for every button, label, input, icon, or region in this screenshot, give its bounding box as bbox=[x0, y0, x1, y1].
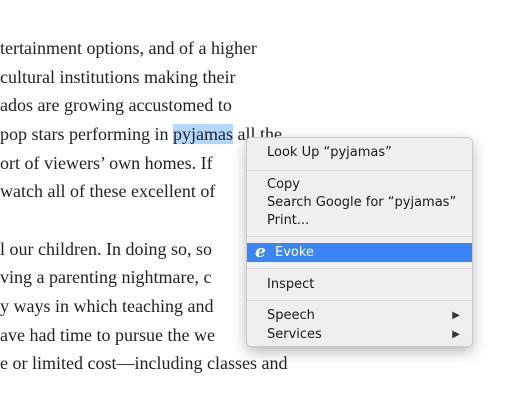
evoke-icon: e bbox=[255, 242, 266, 262]
menu-item-copy[interactable]: Copy bbox=[247, 175, 472, 194]
menu-separator bbox=[247, 170, 472, 171]
menu-item-print[interactable]: Print... bbox=[247, 211, 472, 230]
submenu-arrow-icon: ▶ bbox=[452, 329, 460, 340]
text-segment: pop stars performing in bbox=[0, 124, 173, 144]
text-line: ort of viewers’ own homes. If bbox=[0, 153, 213, 173]
menu-separator bbox=[247, 300, 472, 301]
menu-item-evoke[interactable]: e Evoke bbox=[247, 243, 472, 262]
menu-item-services[interactable]: Services ▶ bbox=[247, 325, 472, 344]
text-line: y ways in which teaching and bbox=[0, 296, 214, 316]
menu-item-look-up[interactable]: Look Up “pyjamas” bbox=[247, 143, 472, 162]
text-line: ados are growing accustomed to bbox=[0, 95, 232, 115]
menu-item-inspect[interactable]: Inspect bbox=[247, 275, 472, 294]
text-line: ving a parenting nightmare, c bbox=[0, 267, 212, 287]
menu-separator bbox=[247, 236, 472, 237]
menu-separator bbox=[247, 268, 472, 269]
text-line: watch all of these excellent of bbox=[0, 181, 216, 201]
menu-item-services-label: Services bbox=[267, 327, 322, 342]
text-line: tertainment options, and of a higher bbox=[0, 38, 257, 58]
text-line-with-selection[interactable]: pop stars performing in pyjamas all the bbox=[0, 123, 282, 145]
menu-item-search-google[interactable]: Search Google for “pyjamas” bbox=[247, 193, 472, 212]
text-line: l our children. In doing so, so bbox=[0, 239, 212, 259]
menu-item-evoke-label: Evoke bbox=[275, 245, 314, 260]
selected-word[interactable]: pyjamas bbox=[172, 124, 233, 144]
menu-item-speech[interactable]: Speech ▶ bbox=[247, 306, 472, 325]
text-line: e or limited cost—including classes and bbox=[0, 353, 288, 373]
context-menu: Look Up “pyjamas” Copy Search Google for… bbox=[246, 137, 473, 347]
text-line: ave had time to pursue the we bbox=[0, 325, 215, 345]
text-line: cultural institutions making their bbox=[0, 67, 236, 87]
submenu-arrow-icon: ▶ bbox=[452, 310, 460, 321]
menu-item-speech-label: Speech bbox=[267, 308, 315, 323]
